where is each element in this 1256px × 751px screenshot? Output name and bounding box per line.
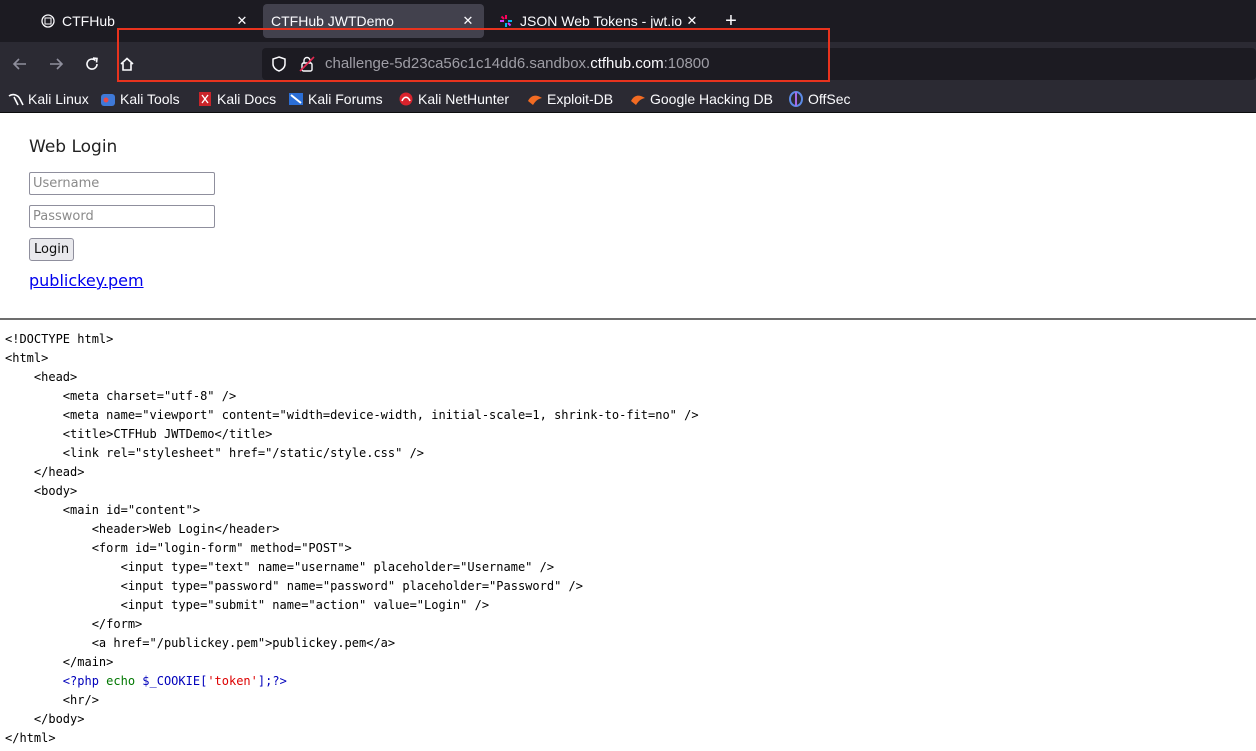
arrow-right-icon	[50, 58, 64, 70]
tab-title: CTFHub	[62, 13, 115, 29]
bookmark-kali-linux[interactable]: Kali Linux	[8, 89, 89, 109]
bookmark-google-hacking-db[interactable]: Google Hacking DB	[630, 89, 773, 109]
source-line: <head>	[5, 370, 78, 384]
close-icon[interactable]: ✕	[460, 13, 476, 29]
source-line: <?php echo $_COOKIE['token'];?>	[5, 672, 699, 691]
jwt-icon	[498, 13, 514, 29]
tab-title: CTFHub JWTDemo	[271, 13, 394, 29]
source-line: <!DOCTYPE html>	[5, 332, 114, 346]
ghdb-icon	[630, 91, 646, 107]
close-icon[interactable]: ✕	[684, 13, 700, 29]
bookmark-kali-docs[interactable]: Kali Docs	[197, 89, 276, 109]
source-line: </html>	[5, 731, 56, 745]
page-title: Web Login	[29, 137, 118, 157]
globe-icon	[40, 13, 56, 29]
source-line: <form id="login-form" method="POST">	[5, 541, 352, 555]
source-line: <meta name="viewport" content="width=dev…	[5, 408, 699, 422]
source-line: <input type="password" name="password" p…	[5, 579, 583, 593]
kali-forums-icon	[288, 91, 304, 107]
username-input[interactable]	[29, 172, 215, 195]
source-line: </form>	[5, 617, 143, 631]
bookmark-offsec[interactable]: OffSec	[788, 89, 851, 109]
nethunter-icon	[398, 91, 414, 107]
source-line: </main>	[5, 655, 114, 669]
bookmarks-bar: Kali Linux Kali Tools Kali Docs Kali For…	[0, 85, 1256, 113]
kali-docs-icon	[197, 91, 213, 107]
source-line: <hr/>	[5, 693, 99, 707]
php-token: <?php	[62, 674, 99, 688]
source-line: </head>	[5, 465, 85, 479]
php-token: 'token'	[207, 674, 258, 688]
source-line: <input type="text" name="username" place…	[5, 560, 555, 574]
exploit-db-icon	[527, 91, 543, 107]
login-button[interactable]: Login	[29, 238, 75, 261]
php-token: ];?>	[257, 674, 287, 688]
back-button[interactable]	[6, 50, 34, 78]
password-input[interactable]	[29, 205, 215, 228]
arrow-left-icon	[12, 58, 26, 70]
page-content: Web Login Login publickey.pem <!DOCTYPE …	[0, 114, 1256, 751]
highlight-annotation	[117, 28, 830, 82]
source-line: <title>CTFHub JWTDemo</title>	[5, 427, 273, 441]
source-line: <main id="content">	[5, 503, 201, 517]
tab-title: JSON Web Tokens - jwt.io	[520, 13, 683, 29]
publickey-link[interactable]: publickey.pem	[29, 271, 144, 290]
close-icon[interactable]: ✕	[234, 13, 250, 29]
php-token	[5, 674, 63, 688]
source-code-listing: <!DOCTYPE html> <html> <head> <meta chars…	[5, 330, 699, 748]
source-line: <header>Web Login</header>	[5, 522, 280, 536]
reload-icon	[86, 57, 98, 70]
forward-button[interactable]	[42, 50, 70, 78]
kali-tools-icon	[100, 91, 116, 107]
bookmark-kali-nethunter[interactable]: Kali NetHunter	[398, 89, 509, 109]
bookmark-kali-forums[interactable]: Kali Forums	[288, 89, 383, 109]
bookmark-exploit-db[interactable]: Exploit-DB	[527, 89, 613, 109]
php-token: echo	[98, 674, 143, 688]
offsec-icon	[788, 91, 804, 107]
bookmark-kali-tools[interactable]: Kali Tools	[100, 89, 180, 109]
horizontal-rule	[0, 318, 1256, 320]
source-line: <input type="submit" name="action" value…	[5, 598, 490, 612]
kali-dragon-icon	[8, 91, 24, 107]
reload-button[interactable]	[78, 50, 106, 78]
source-line: <html>	[5, 351, 49, 365]
source-line: <link rel="stylesheet" href="/static/sty…	[5, 446, 425, 460]
php-token: $_COOKIE[	[142, 674, 208, 688]
source-line: <body>	[5, 484, 78, 498]
source-line: <a href="/publickey.pem">publickey.pem</…	[5, 636, 396, 650]
source-line: </body>	[5, 712, 85, 726]
source-line: <meta charset="utf-8" />	[5, 389, 237, 403]
